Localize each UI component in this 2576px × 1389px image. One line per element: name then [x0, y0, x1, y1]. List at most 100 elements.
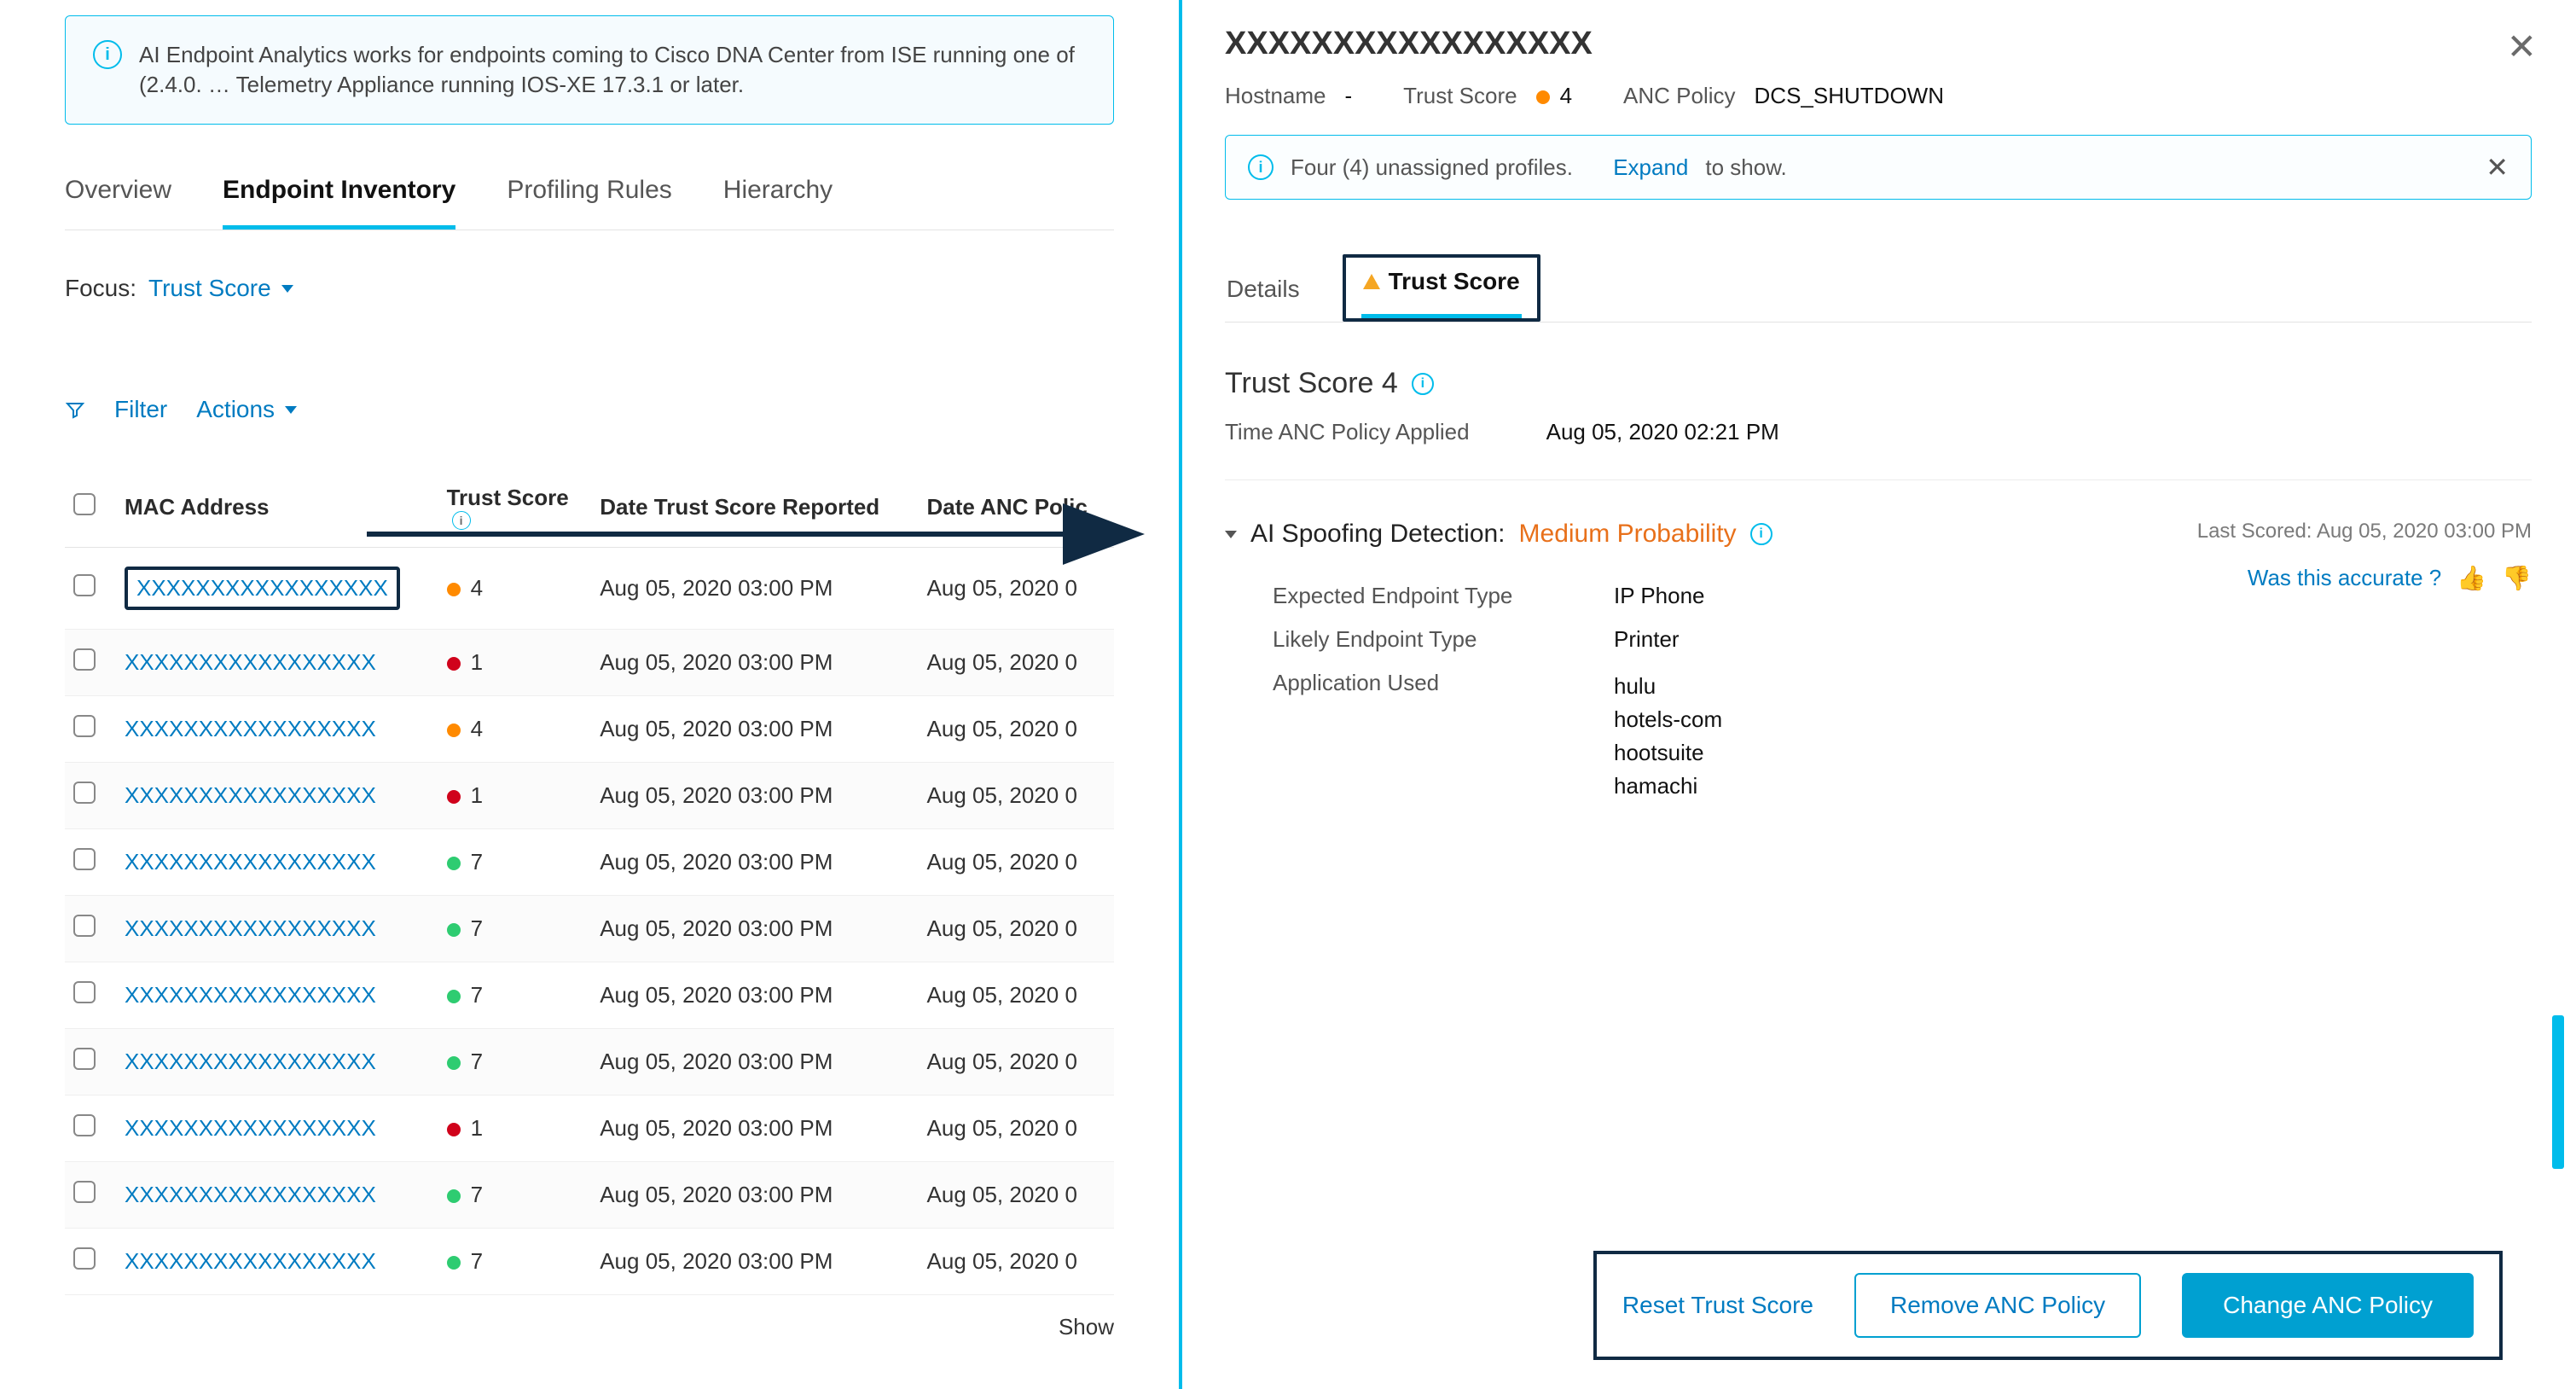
table-row[interactable]: XXXXXXXXXXXXXXXXX1Aug 05, 2020 03:00 PMA… — [65, 630, 1114, 696]
row-checkbox[interactable] — [73, 981, 96, 1003]
info-icon[interactable]: i — [1750, 523, 1772, 545]
select-all-checkbox[interactable] — [73, 493, 96, 515]
focus-dropdown[interactable]: Trust Score — [148, 275, 293, 302]
table-row[interactable]: XXXXXXXXXXXXXXXXX7Aug 05, 2020 03:00 PMA… — [65, 829, 1114, 896]
filter-button[interactable]: Filter — [114, 396, 167, 423]
trust-score-cell: 1 — [438, 1096, 592, 1162]
trust-score-label: Trust Score — [1403, 83, 1517, 109]
spoofing-section-toggle[interactable]: AI Spoofing Detection: Medium Probabilit… — [1225, 520, 2173, 549]
date-reported-cell: Aug 05, 2020 03:00 PM — [591, 1096, 918, 1162]
mac-address-link[interactable]: XXXXXXXXXXXXXXXXX — [125, 915, 376, 941]
panel-title: XXXXXXXXXXXXXXXXX — [1225, 26, 2532, 62]
table-row[interactable]: XXXXXXXXXXXXXXXXX4Aug 05, 2020 03:00 PMA… — [65, 548, 1114, 630]
date-anc-cell: Aug 05, 2020 0 — [919, 829, 1114, 896]
col-trust-score[interactable]: Trust Scorei — [438, 468, 592, 548]
table-row[interactable]: XXXXXXXXXXXXXXXXX1Aug 05, 2020 03:00 PMA… — [65, 1096, 1114, 1162]
main-tabs: Overview Endpoint Inventory Profiling Ru… — [65, 167, 1114, 230]
table-toolbar: Filter Actions — [65, 396, 1114, 423]
mac-address-link[interactable]: XXXXXXXXXXXXXXXXX — [125, 1248, 376, 1274]
row-checkbox[interactable] — [73, 1181, 96, 1203]
tab-hierarchy[interactable]: Hierarchy — [723, 167, 833, 230]
thumbs-up-icon[interactable]: 👍 — [2457, 564, 2486, 592]
col-mac[interactable]: MAC Address — [116, 468, 438, 548]
table-footer-show[interactable]: Show — [65, 1295, 1114, 1359]
mac-address-link[interactable]: XXXXXXXXXXXXXXXXX — [125, 1182, 376, 1207]
row-checkbox[interactable] — [73, 1114, 96, 1136]
tab-trust-score[interactable]: Trust Score — [1361, 261, 1522, 318]
trust-score-value: 4 — [1536, 83, 1572, 109]
table-row[interactable]: XXXXXXXXXXXXXXXXX7Aug 05, 2020 03:00 PMA… — [65, 962, 1114, 1029]
mac-address-link[interactable]: XXXXXXXXXXXXXXXXX — [125, 982, 376, 1008]
status-dot-icon — [447, 583, 461, 596]
trust-score-cell: 7 — [438, 1229, 592, 1295]
unassigned-profiles-notice: i Four (4) unassigned profiles. Expand t… — [1225, 135, 2532, 200]
likely-type-value: Printer — [1614, 626, 1680, 653]
mac-address-link[interactable]: XXXXXXXXXXXXXXXXX — [125, 567, 400, 610]
tab-details[interactable]: Details — [1225, 269, 1302, 322]
side-drawer-handle[interactable] — [2552, 1015, 2564, 1169]
info-icon[interactable]: i — [452, 511, 471, 530]
date-reported-cell: Aug 05, 2020 03:00 PM — [591, 763, 918, 829]
col-date-anc[interactable]: Date ANC Polic — [919, 468, 1114, 548]
trust-score-cell: 1 — [438, 763, 592, 829]
row-checkbox[interactable] — [73, 574, 96, 596]
tab-endpoint-inventory[interactable]: Endpoint Inventory — [223, 167, 455, 230]
mac-address-link[interactable]: XXXXXXXXXXXXXXXXX — [125, 782, 376, 808]
row-checkbox[interactable] — [73, 848, 96, 870]
app-item: hamachi — [1614, 770, 1722, 803]
chevron-down-icon — [1225, 531, 1237, 538]
mac-address-link[interactable]: XXXXXXXXXXXXXXXXX — [125, 716, 376, 741]
status-dot-icon — [447, 990, 461, 1003]
app-item: hootsuite — [1614, 736, 1722, 770]
anc-applied-label: Time ANC Policy Applied — [1225, 419, 1470, 445]
row-checkbox[interactable] — [73, 1247, 96, 1270]
reset-trust-score-button[interactable]: Reset Trust Score — [1622, 1292, 1813, 1319]
trust-score-cell: 7 — [438, 1162, 592, 1229]
mac-address-link[interactable]: XXXXXXXXXXXXXXXXX — [125, 649, 376, 675]
expand-link[interactable]: Expand — [1613, 154, 1688, 181]
notice-tail: to show. — [1705, 154, 1786, 181]
filter-icon[interactable] — [65, 399, 85, 420]
panel-footer-actions: Reset Trust Score Remove ANC Policy Chan… — [1593, 1251, 2503, 1360]
anc-applied-value: Aug 05, 2020 02:21 PM — [1546, 419, 1779, 445]
status-dot-icon — [1536, 90, 1550, 104]
trust-score-heading: Trust Score 4 i — [1225, 367, 2532, 400]
date-anc-cell: Aug 05, 2020 0 — [919, 962, 1114, 1029]
close-panel-button[interactable]: ✕ — [2507, 26, 2537, 67]
likely-type-label: Likely Endpoint Type — [1273, 626, 1580, 653]
mac-address-link[interactable]: XXXXXXXXXXXXXXXXX — [125, 1049, 376, 1074]
row-checkbox[interactable] — [73, 915, 96, 937]
dismiss-notice-button[interactable]: ✕ — [2486, 151, 2509, 183]
remove-anc-policy-button[interactable]: Remove ANC Policy — [1854, 1273, 2141, 1338]
row-checkbox[interactable] — [73, 1048, 96, 1070]
col-date-reported[interactable]: Date Trust Score Reported — [591, 468, 918, 548]
mac-address-link[interactable]: XXXXXXXXXXXXXXXXX — [125, 849, 376, 875]
tab-overview[interactable]: Overview — [65, 167, 171, 230]
status-dot-icon — [447, 790, 461, 804]
row-checkbox[interactable] — [73, 715, 96, 737]
app-item: hotels-com — [1614, 703, 1722, 736]
actions-dropdown[interactable]: Actions — [196, 396, 297, 423]
tab-profiling-rules[interactable]: Profiling Rules — [507, 167, 671, 230]
table-row[interactable]: XXXXXXXXXXXXXXXXX7Aug 05, 2020 03:00 PMA… — [65, 1229, 1114, 1295]
change-anc-policy-button[interactable]: Change ANC Policy — [2182, 1273, 2474, 1338]
thumbs-down-icon[interactable]: 👎 — [2502, 564, 2532, 592]
hostname-label: Hostname — [1225, 83, 1326, 109]
anc-policy-label: ANC Policy — [1623, 83, 1735, 109]
date-anc-cell: Aug 05, 2020 0 — [919, 1162, 1114, 1229]
table-row[interactable]: XXXXXXXXXXXXXXXXX4Aug 05, 2020 03:00 PMA… — [65, 696, 1114, 763]
table-row[interactable]: XXXXXXXXXXXXXXXXX1Aug 05, 2020 03:00 PMA… — [65, 763, 1114, 829]
row-checkbox[interactable] — [73, 782, 96, 804]
row-checkbox[interactable] — [73, 648, 96, 671]
table-row[interactable]: XXXXXXXXXXXXXXXXX7Aug 05, 2020 03:00 PMA… — [65, 1162, 1114, 1229]
spoofing-probability: Medium Probability — [1519, 520, 1737, 549]
table-row[interactable]: XXXXXXXXXXXXXXXXX7Aug 05, 2020 03:00 PMA… — [65, 896, 1114, 962]
status-dot-icon — [447, 857, 461, 870]
date-anc-cell: Aug 05, 2020 0 — [919, 696, 1114, 763]
info-icon: i — [93, 40, 122, 69]
info-icon[interactable]: i — [1412, 373, 1434, 395]
mac-address-link[interactable]: XXXXXXXXXXXXXXXXX — [125, 1115, 376, 1141]
date-anc-cell: Aug 05, 2020 0 — [919, 896, 1114, 962]
trust-score-cell: 7 — [438, 962, 592, 1029]
table-row[interactable]: XXXXXXXXXXXXXXXXX7Aug 05, 2020 03:00 PMA… — [65, 1029, 1114, 1096]
